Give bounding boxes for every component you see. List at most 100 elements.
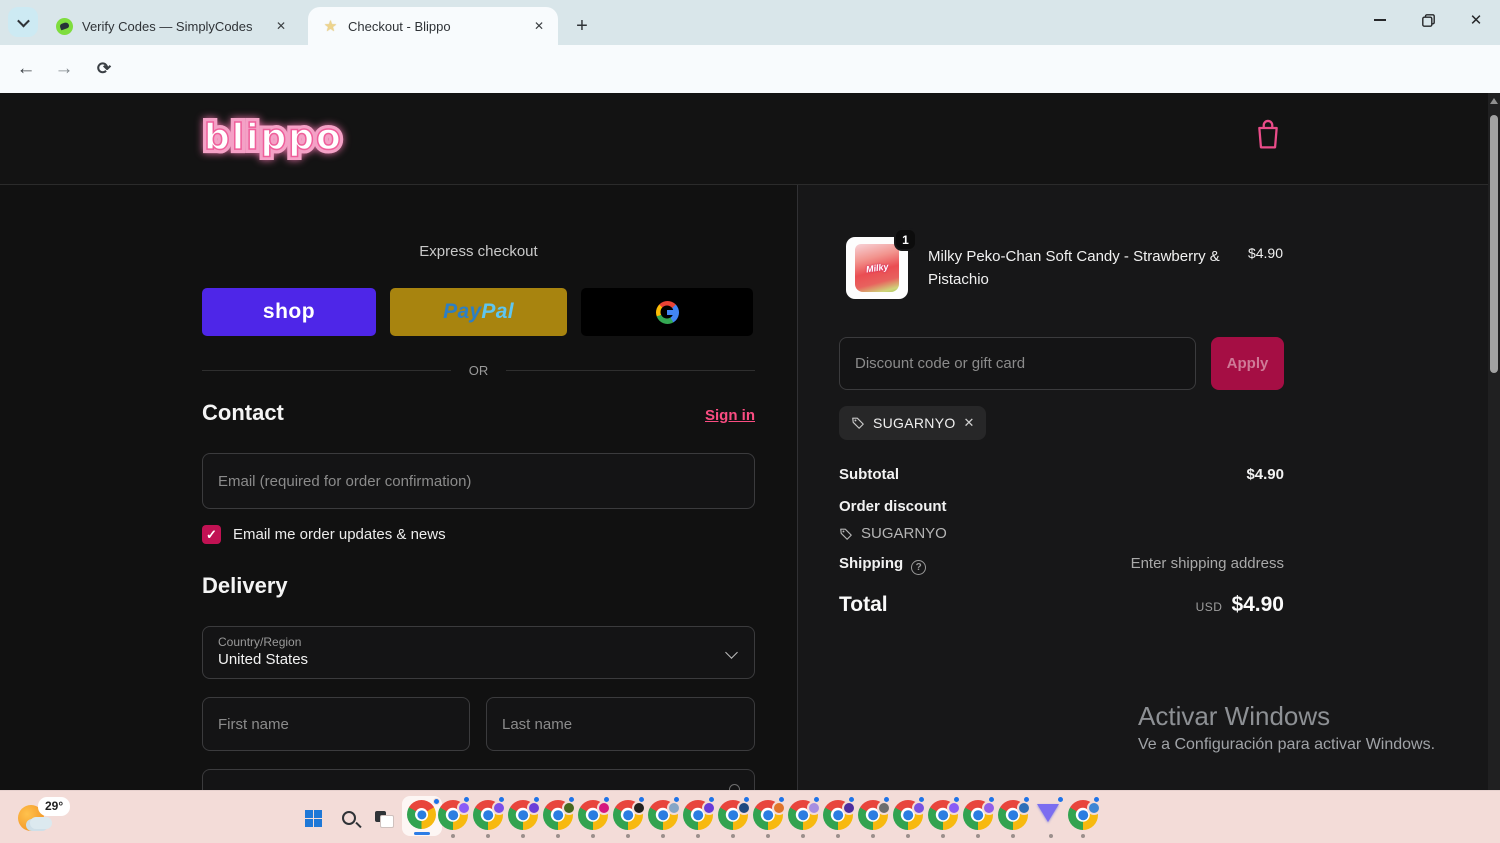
tag-icon [852, 417, 864, 429]
running-indicator [941, 834, 945, 838]
subtotal-row: Subtotal $4.90 [839, 466, 1284, 483]
running-indicator [766, 834, 770, 838]
taskbar-chrome-icon[interactable] [473, 796, 506, 838]
taskbar-chrome-icon[interactable] [823, 796, 856, 838]
running-indicator [1081, 834, 1085, 838]
taskbar-chrome-icon[interactable] [893, 796, 926, 838]
reload-button[interactable] [90, 55, 118, 83]
product-title: Milky Peko-Chan Soft Candy - Strawberry … [928, 248, 1220, 288]
tab-simplycodes[interactable]: Verify Codes — SimplyCodes [42, 7, 300, 45]
subtotal-label: Subtotal [839, 466, 899, 483]
taskbar-chrome-icon[interactable] [753, 796, 786, 838]
minimize-button[interactable] [1356, 0, 1404, 40]
express-checkout-title: Express checkout [419, 243, 538, 260]
running-indicator [451, 834, 455, 838]
running-indicator [871, 834, 875, 838]
shop-pay-button[interactable]: shop [202, 288, 376, 336]
first-name-field[interactable] [202, 697, 470, 751]
screen: Verify Codes — SimplyCodes Checkout - Bl… [0, 0, 1500, 843]
checkout-page: blippo Express checkout shop PayPal OR C… [0, 93, 1490, 809]
simplycodes-favicon [56, 17, 73, 35]
profile-badge [772, 801, 786, 815]
window-controls [1356, 0, 1500, 40]
newsletter-row: Email me order updates & news [202, 525, 446, 544]
close-tab-icon[interactable] [530, 17, 548, 35]
last-name-field[interactable] [486, 697, 755, 751]
notification-dot [778, 796, 785, 803]
shipping-label: Shipping [839, 555, 927, 575]
country-label: Country/Region [218, 635, 302, 649]
newsletter-label: Email me order updates & news [233, 526, 446, 543]
paypal-button[interactable]: Pay Pal [390, 288, 567, 336]
tab-search-button[interactable] [8, 7, 38, 37]
task-view-icon [374, 810, 394, 828]
shop-pay-label: shop [262, 300, 316, 323]
profile-badge [667, 801, 681, 815]
minimize-icon [1374, 19, 1386, 21]
taskbar-triangle-app[interactable] [1036, 796, 1064, 838]
maximize-button[interactable] [1404, 0, 1452, 40]
running-indicator [801, 834, 805, 838]
notification-dot [498, 796, 505, 803]
scroll-up-arrow[interactable] [1490, 98, 1498, 104]
new-tab-button[interactable] [568, 12, 596, 40]
tab-checkout-blippo[interactable]: Checkout - Blippo [308, 7, 558, 45]
discount-code-input[interactable] [839, 337, 1196, 390]
browser-tab-strip: Verify Codes — SimplyCodes Checkout - Bl… [0, 0, 1500, 45]
sign-in-link[interactable]: Sign in [555, 407, 755, 424]
taskbar-chrome-icon[interactable] [578, 796, 611, 838]
taskbar-chrome-icon[interactable] [683, 796, 716, 838]
taskbar-chrome-icon[interactable] [508, 796, 541, 838]
running-indicator [976, 834, 980, 838]
taskbar-chrome-icon[interactable] [788, 796, 821, 838]
task-view-button[interactable] [366, 801, 400, 835]
country-select[interactable]: Country/Region United States [202, 626, 755, 679]
forward-button[interactable] [50, 55, 78, 83]
active-window-indicator [414, 832, 430, 835]
tab-title: Checkout - Blippo [348, 18, 451, 34]
google-pay-button[interactable] [581, 288, 753, 336]
taskbar-search-button[interactable] [332, 801, 366, 835]
cloud-icon [30, 817, 52, 829]
taskbar-chrome-icon[interactable] [718, 796, 751, 838]
newsletter-checkbox[interactable] [202, 525, 221, 544]
profile-badge [737, 801, 751, 815]
remove-discount-icon[interactable] [964, 415, 975, 431]
contact-heading: Contact [202, 400, 284, 425]
close-tab-icon[interactable] [272, 17, 290, 35]
notification-dot [1057, 796, 1064, 803]
back-button[interactable] [12, 55, 40, 83]
cart-bag-icon[interactable] [1252, 115, 1288, 155]
close-button[interactable] [1452, 0, 1500, 40]
taskbar-chrome-icon[interactable] [648, 796, 681, 838]
scrollbar-thumb[interactable] [1490, 115, 1498, 373]
start-button[interactable] [296, 801, 330, 835]
help-icon[interactable] [911, 560, 927, 575]
taskbar-chrome-icon[interactable] [858, 796, 891, 838]
taskbar-chrome-icon[interactable] [1068, 796, 1101, 838]
taskbar-chrome-icon[interactable] [963, 796, 996, 838]
taskbar-chrome-icon[interactable] [543, 796, 576, 838]
blippo-logo[interactable]: blippo [204, 117, 343, 158]
taskbar-chrome-icon[interactable] [438, 796, 471, 838]
weather-widget[interactable]: 29° [16, 797, 71, 839]
notification-dot [603, 796, 610, 803]
email-field[interactable] [202, 453, 755, 509]
notification-dot [918, 796, 925, 803]
order-discount-code: SUGARNYO [839, 525, 947, 542]
taskbar-chrome-active[interactable] [402, 796, 442, 836]
profile-badge [947, 801, 961, 815]
taskbar-chrome-icon[interactable] [613, 796, 646, 838]
taskbar-chrome-icon[interactable] [928, 796, 961, 838]
notification-dot [463, 796, 470, 803]
page-scrollbar[interactable] [1488, 93, 1500, 790]
running-indicator [556, 834, 560, 838]
profile-badge [877, 801, 891, 815]
taskbar-chrome-icon[interactable] [998, 796, 1031, 838]
chevron-down-icon [16, 14, 30, 27]
notification-dot [988, 796, 995, 803]
country-value: United States [218, 651, 309, 668]
running-indicator [661, 834, 665, 838]
apply-button[interactable]: Apply [1211, 337, 1284, 390]
running-indicator [626, 834, 630, 838]
